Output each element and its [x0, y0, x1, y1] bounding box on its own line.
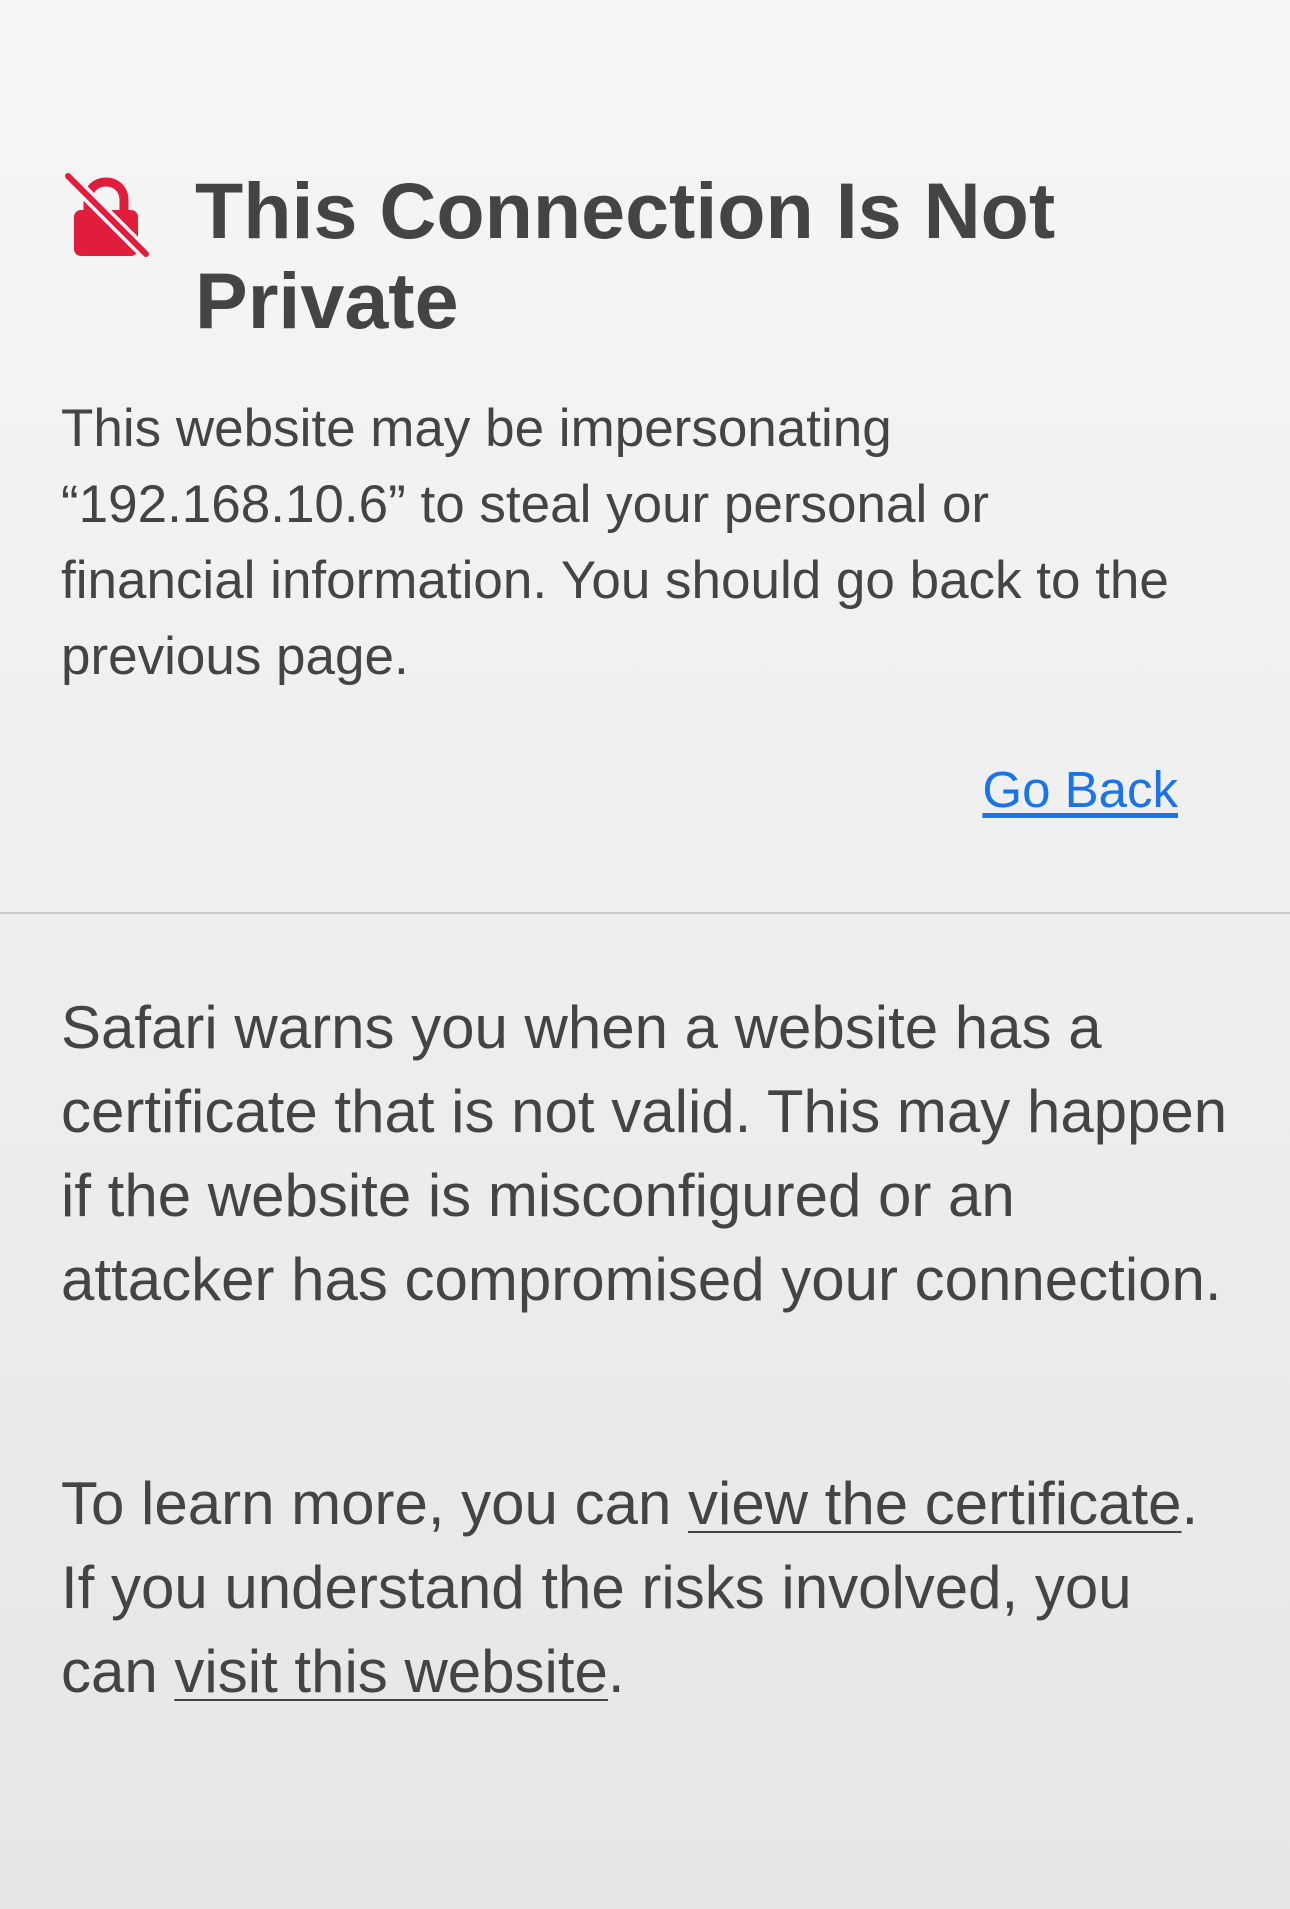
page-title: This Connection Is Not Private — [195, 166, 1056, 345]
warning-header-section: This Connection Is Not Private This webs… — [0, 0, 1290, 913]
visit-website-link[interactable]: visit this website — [174, 1638, 607, 1705]
learn-more-paragraph: To learn more, you can view the certific… — [61, 1462, 1241, 1714]
learn-more-suffix: . — [607, 1638, 625, 1705]
warning-description: This website may be impersonating “192.1… — [61, 399, 1169, 686]
go-back-link[interactable]: Go Back — [982, 760, 1178, 820]
section-divider — [0, 912, 1290, 914]
learn-more-prefix: To learn more, you can — [61, 1470, 688, 1537]
lock-slash-icon — [60, 170, 152, 262]
view-certificate-link[interactable]: view the certificate — [688, 1470, 1182, 1537]
certificate-explanation: Safari warns you when a website has a ce… — [61, 994, 1228, 1313]
